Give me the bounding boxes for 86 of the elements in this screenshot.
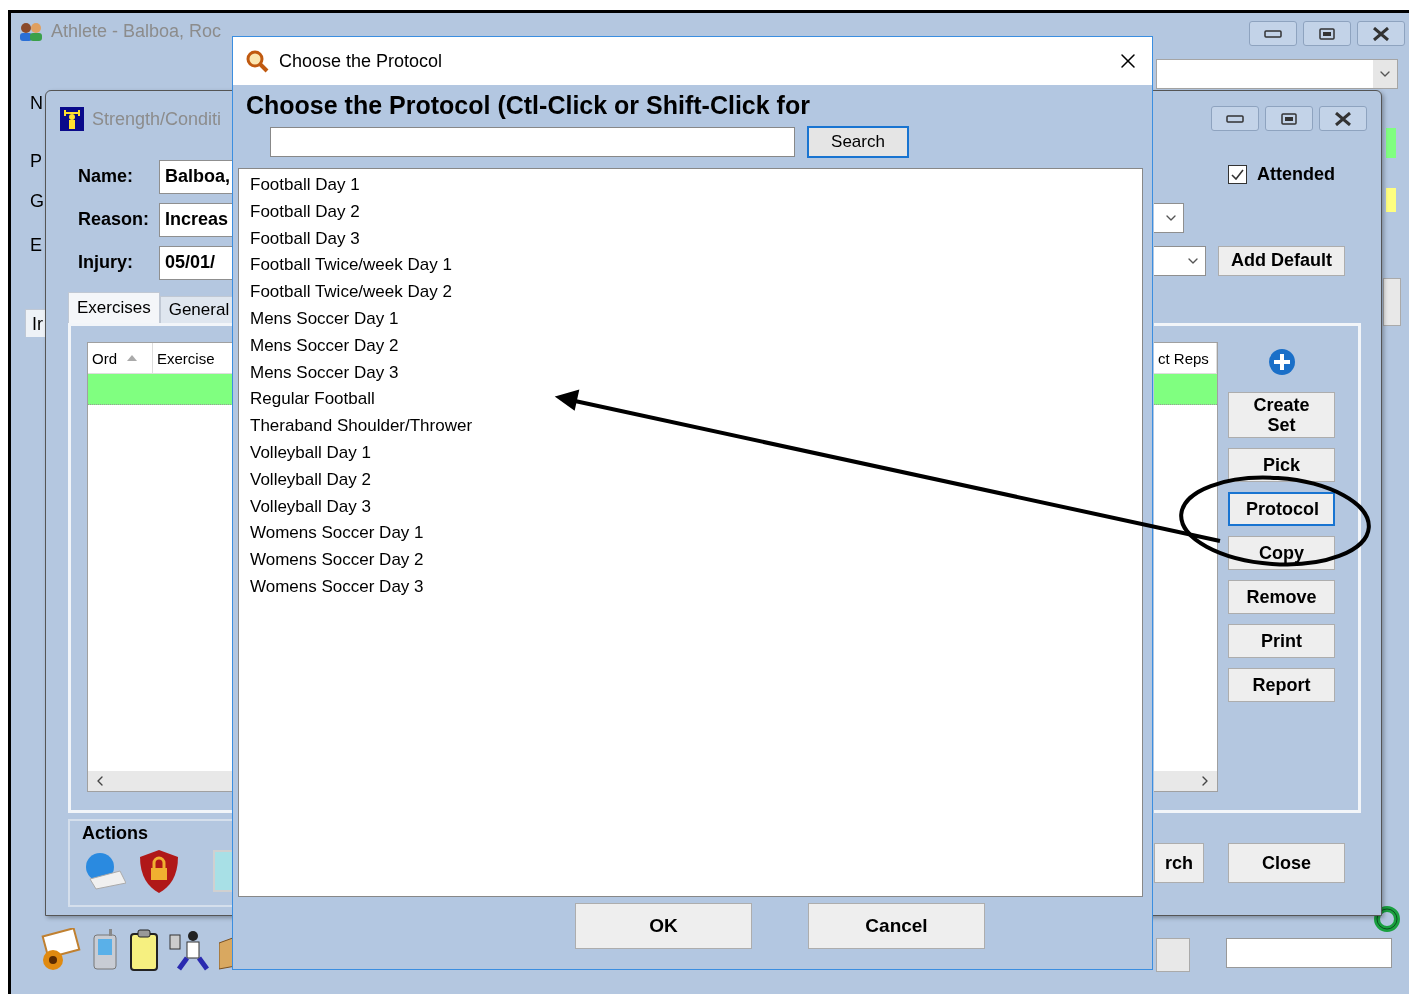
dropdown[interactable]: [1154, 202, 1184, 233]
column-header[interactable]: ct Reps: [1154, 343, 1217, 373]
list-item[interactable]: Volleyball Day 3: [250, 493, 371, 521]
cancel-button[interactable]: Cancel: [808, 903, 985, 949]
recycle-icon[interactable]: [1373, 905, 1401, 933]
ok-button[interactable]: OK: [575, 903, 752, 949]
window-title: Strength/Conditi: [92, 108, 222, 130]
input-field[interactable]: [1226, 938, 1392, 968]
minimize-button[interactable]: [1249, 21, 1297, 46]
list-item[interactable]: Football Twice/week Day 1: [250, 252, 452, 280]
close-button[interactable]: [1357, 21, 1405, 46]
list-item[interactable]: Football Twice/week Day 2: [250, 279, 452, 306]
side-button[interactable]: Remove: [1228, 580, 1335, 614]
group-label: Actions: [82, 823, 149, 844]
grid-row: [1386, 188, 1396, 212]
phone-icon[interactable]: [91, 929, 119, 971]
field-label: P: [30, 151, 42, 172]
list-item[interactable]: Volleyball Day 1: [250, 439, 371, 467]
maximize-icon: [1281, 112, 1297, 125]
minimize-icon: [1264, 29, 1282, 38]
field-label: E: [30, 235, 42, 256]
list-item[interactable]: Mens Soccer Day 1: [250, 306, 399, 333]
magnifier-icon: [245, 49, 269, 73]
button[interactable]: [1156, 938, 1190, 972]
field-label: N: [30, 93, 43, 114]
people-icon: [19, 21, 43, 42]
checkbox-label: Attended: [1257, 164, 1335, 185]
search-button[interactable]: rch: [1154, 843, 1204, 883]
field-label: Injury:: [78, 252, 134, 273]
list-item[interactable]: Theraband Shoulder/Thrower: [250, 413, 473, 440]
close-icon: [1372, 26, 1390, 41]
search-button[interactable]: Search: [807, 126, 909, 158]
scrollbar[interactable]: [1154, 771, 1217, 791]
check-icon: [1231, 169, 1244, 180]
add-default-button[interactable]: Add Default: [1218, 245, 1345, 276]
button[interactable]: [1383, 278, 1401, 326]
maximize-icon: [1319, 27, 1335, 40]
minimize-icon: [1226, 114, 1244, 123]
scrollbar[interactable]: [88, 771, 233, 791]
search-field[interactable]: [270, 127, 795, 157]
side-button[interactable]: Protocol: [1228, 492, 1335, 526]
side-button[interactable]: Report: [1228, 668, 1335, 702]
maximize-button[interactable]: [1265, 106, 1313, 131]
dialog-heading: Choose the Protocol (Ctl-Click or Shift-Click for: [246, 91, 811, 120]
add-icon[interactable]: [1267, 348, 1296, 376]
maximize-button[interactable]: [1303, 21, 1351, 46]
list-item[interactable]: Womens Soccer Day 1: [250, 520, 424, 548]
text-field[interactable]: Increas: [159, 202, 233, 237]
text-field[interactable]: 05/01/: [159, 245, 233, 280]
text-field[interactable]: Balboa,: [159, 159, 233, 194]
list-item[interactable]: Regular Football: [250, 386, 375, 414]
field-label: Name:: [78, 166, 135, 187]
field-label: G: [30, 191, 44, 212]
side-button[interactable]: Create Set: [1228, 392, 1335, 438]
side-button[interactable]: Print: [1228, 624, 1335, 658]
window-title: Athlete - Balboa, Roc: [51, 21, 222, 42]
list-item[interactable]: Womens Soccer Day 3: [250, 573, 424, 601]
person-icon[interactable]: [169, 929, 209, 971]
weightlifter-icon: [60, 107, 84, 131]
shield-lock-icon[interactable]: [137, 848, 180, 894]
dropdown[interactable]: [1154, 245, 1206, 276]
clipboard-icon[interactable]: [129, 929, 159, 971]
tab[interactable]: Exercises: [68, 292, 160, 323]
column-header[interactable]: Ord: [88, 343, 153, 373]
close-icon: [1334, 111, 1352, 126]
minimize-button[interactable]: [1211, 106, 1259, 131]
button[interactable]: [213, 850, 233, 892]
field-label: Reason:: [78, 209, 150, 230]
checkbox[interactable]: [1228, 165, 1247, 184]
grid-row: [1386, 128, 1396, 158]
mail-icon[interactable]: [39, 928, 81, 972]
list-item[interactable]: Mens Soccer Day 2: [250, 332, 399, 360]
list-item[interactable]: Volleyball Day 2: [250, 466, 371, 494]
sort-icon: [127, 355, 137, 361]
dropdown[interactable]: [1156, 59, 1398, 89]
list-item[interactable]: Mens Soccer Day 3: [250, 359, 399, 387]
close-button[interactable]: [1319, 106, 1367, 131]
grid-row[interactable]: [88, 374, 233, 405]
tab[interactable]: Ir: [25, 309, 47, 337]
list-item[interactable]: Womens Soccer Day 2: [250, 547, 424, 574]
side-button[interactable]: Pick: [1228, 448, 1335, 482]
list-item[interactable]: Football Day 3: [250, 225, 360, 253]
close-button[interactable]: Close: [1228, 843, 1345, 883]
list-item[interactable]: Football Day 2: [250, 198, 360, 226]
dialog-title: Choose the Protocol: [279, 50, 444, 72]
list-item[interactable]: Football Day 1: [250, 172, 360, 199]
